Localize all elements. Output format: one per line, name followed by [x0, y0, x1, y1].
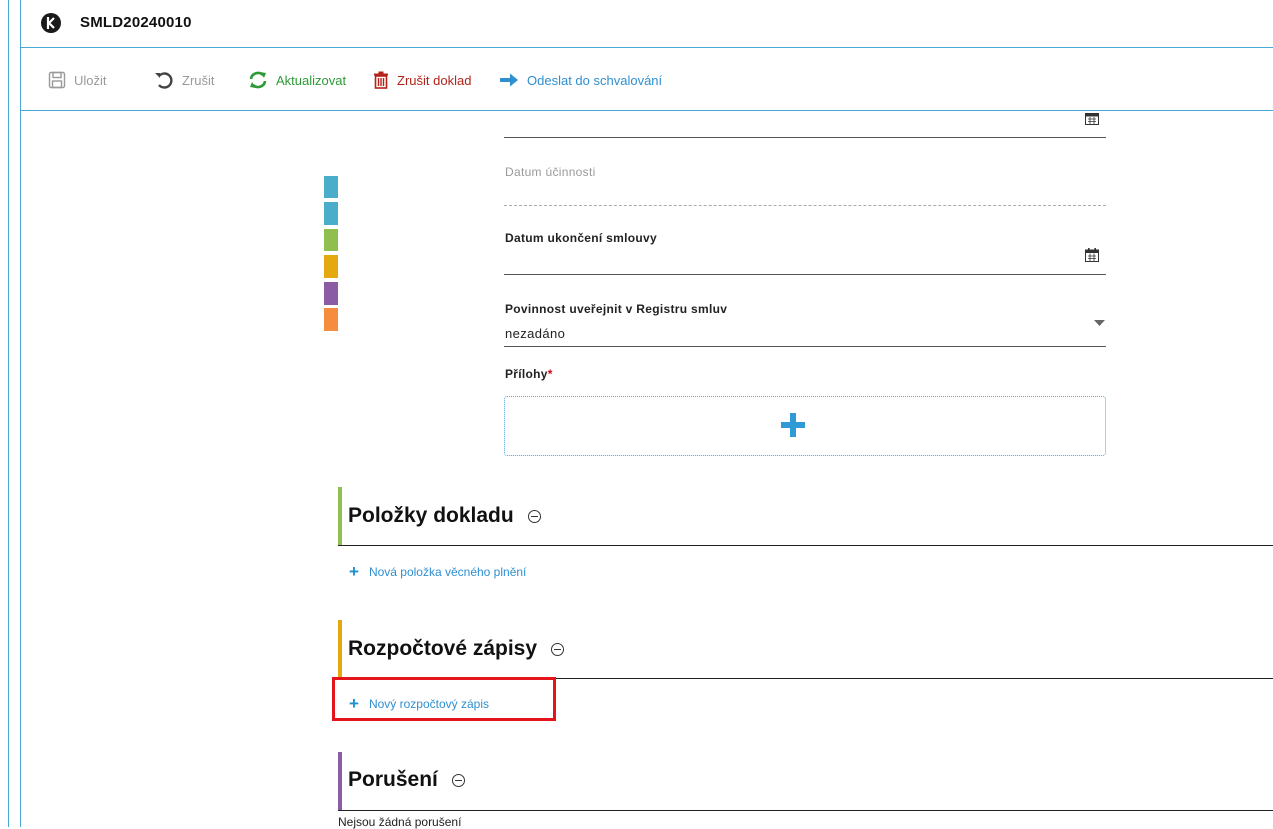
frame-line-inner: [20, 0, 21, 827]
plus-icon: +: [349, 562, 359, 581]
section-color-bar: [338, 620, 342, 678]
section-divider: [338, 545, 1273, 546]
send-for-approval-label: Odeslat do schvalování: [527, 72, 663, 88]
stripe-segment: [324, 202, 338, 225]
datum-ucinnosti-label: Datum účinnosti: [505, 165, 596, 179]
chevron-down-icon[interactable]: [1094, 320, 1105, 326]
stripe-segment: [324, 176, 338, 198]
trash-icon: [374, 71, 388, 89]
stripe-segment: [324, 229, 338, 251]
frame-line-left: [8, 0, 9, 827]
document-title: SMLD20240010: [80, 14, 192, 31]
datum-ukonceni-input[interactable]: [504, 250, 1106, 274]
datum-ukonceni-underline: [504, 274, 1106, 275]
povinnost-select[interactable]: nezadáno: [505, 326, 565, 341]
datum-ukonceni-label: Datum ukončení smlouvy: [505, 231, 657, 245]
attachment-upload-area[interactable]: [504, 396, 1106, 456]
refresh-button[interactable]: Aktualizovat: [248, 71, 346, 89]
plus-icon: [781, 413, 805, 437]
section-color-bar: [338, 752, 342, 810]
save-label: Uložit: [74, 72, 107, 88]
toolbar-divider: [20, 110, 1273, 111]
cancel-document-label: Zrušit doklad: [397, 72, 472, 88]
calendar-icon[interactable]: [1085, 248, 1099, 262]
undo-icon: [155, 72, 173, 89]
section-title-rozpocet: Rozpočtové zápisy: [348, 637, 565, 661]
collapse-icon[interactable]: [527, 509, 541, 523]
highlight-box: [332, 677, 556, 721]
required-asterisk: *: [547, 367, 553, 381]
refresh-label: Aktualizovat: [276, 72, 347, 88]
toolbar: Uložit Zrušit Aktualizovat Zrušit doklad…: [21, 48, 1273, 110]
prilohy-label: Přílohy*: [505, 367, 553, 381]
povinnost-label: Povinnost uveřejnit v Registru smluv: [505, 302, 728, 316]
date-field-underline: [504, 137, 1106, 138]
send-for-approval-button[interactable]: Odeslat do schvalování: [499, 71, 662, 89]
save-button[interactable]: Uložit: [48, 71, 107, 89]
section-title-poruseni: Porušení: [348, 768, 465, 792]
calendar-icon[interactable]: [1085, 112, 1099, 125]
povinnost-underline: [504, 346, 1106, 347]
datum-ucinnosti-field: [504, 205, 1106, 206]
section-title-polozky: Položky dokladu: [348, 504, 541, 528]
refresh-icon: [249, 71, 267, 89]
stripe-segment: [324, 282, 338, 305]
cancel-document-button[interactable]: Zrušit doklad: [373, 71, 471, 89]
collapse-icon[interactable]: [551, 642, 565, 656]
section-divider: [338, 810, 1273, 811]
cancel-button[interactable]: Zrušit: [154, 71, 215, 89]
stripe-segment: [324, 308, 338, 331]
section-color-bar: [338, 487, 342, 545]
add-polozka-link[interactable]: + Nová položka věcného plnění: [349, 562, 526, 581]
arrow-right-icon: [500, 73, 518, 87]
stripe-segment: [324, 255, 338, 278]
floppy-icon: [48, 71, 66, 89]
title-bar: SMLD20240010: [21, 0, 1273, 47]
cancel-label: Zrušit: [182, 72, 215, 88]
collapse-icon[interactable]: [451, 773, 465, 787]
k-logo-icon: [41, 13, 61, 33]
